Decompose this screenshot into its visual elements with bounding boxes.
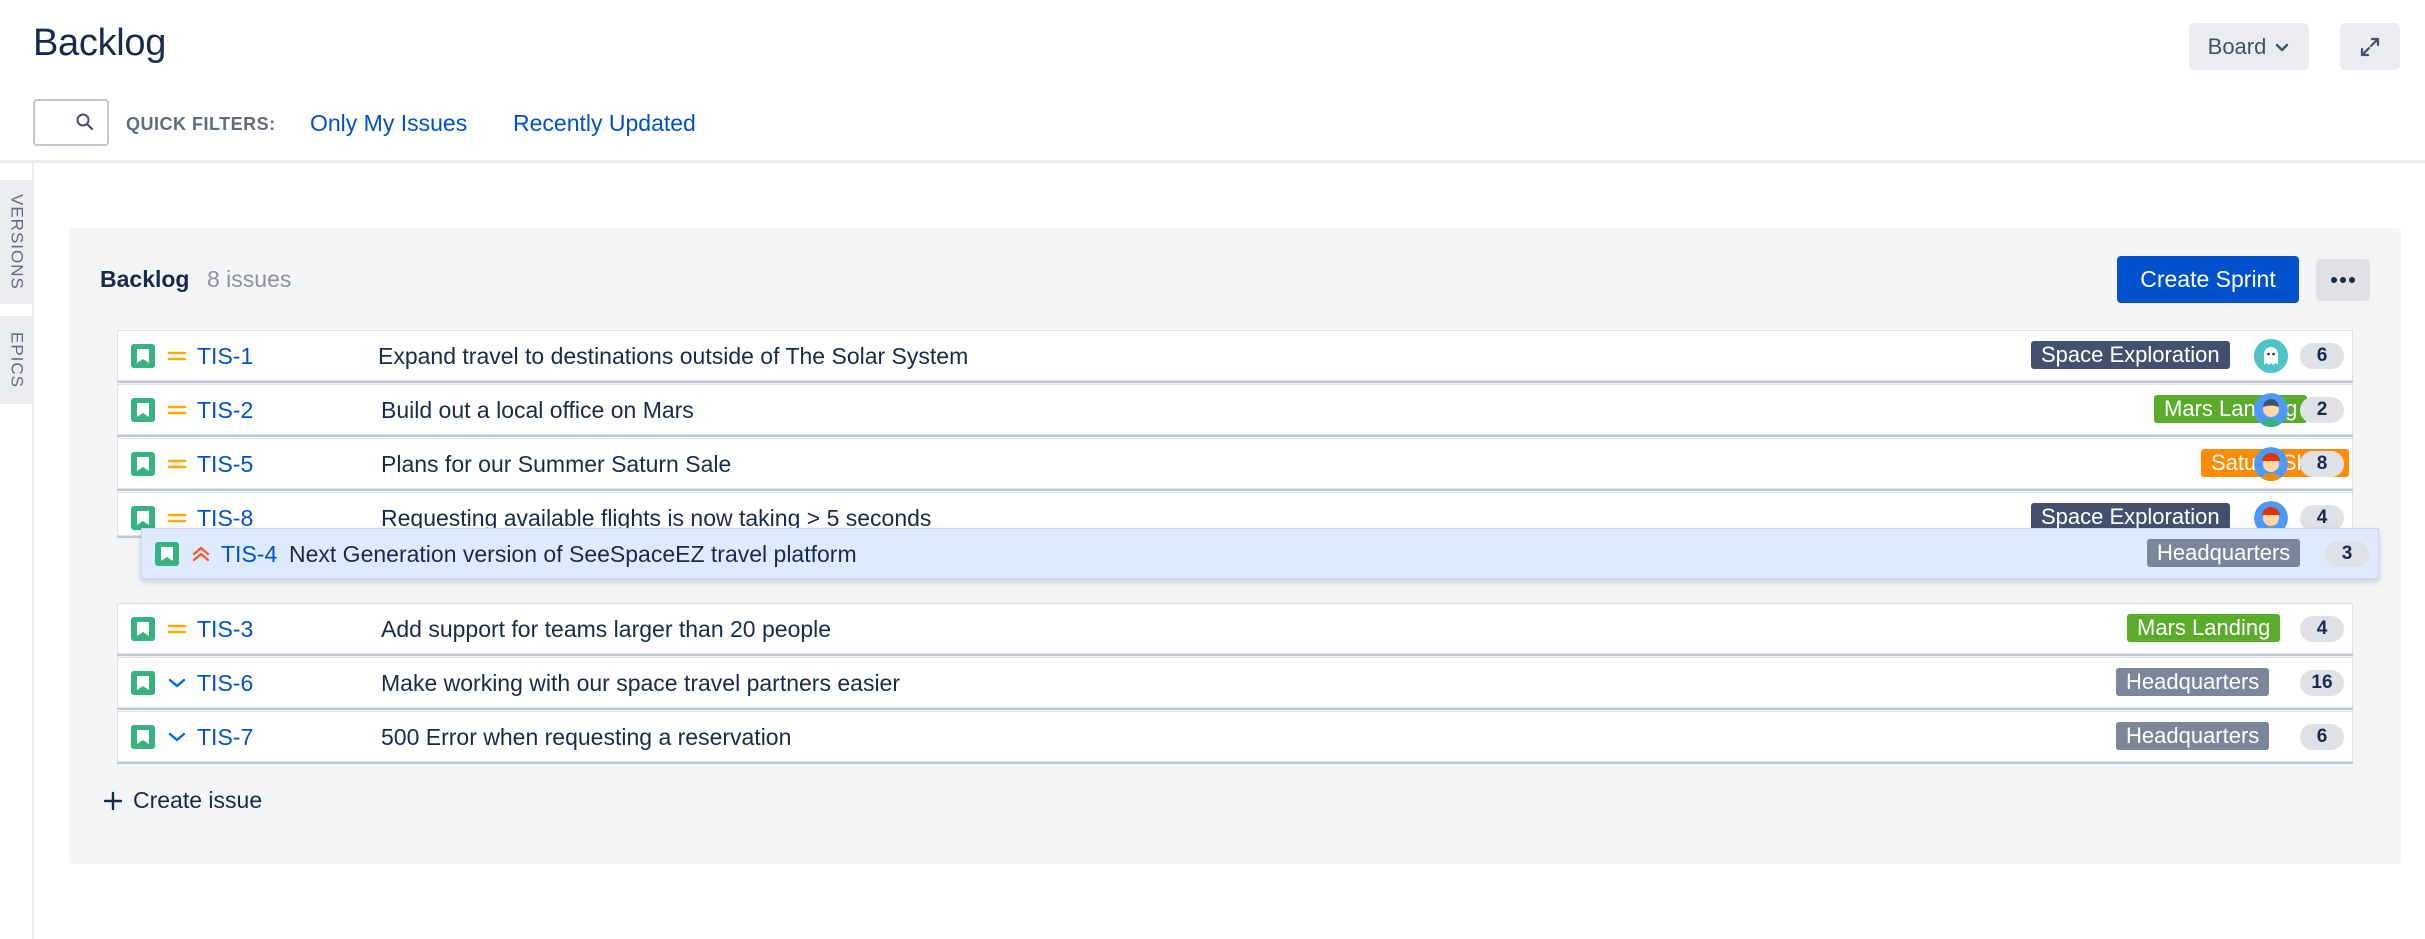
issue-row-dragging[interactable]: TIS-4 Next Generation version of SeeSpac… — [141, 528, 2379, 579]
issue-key[interactable]: TIS-4 — [221, 541, 277, 568]
issue-key[interactable]: TIS-1 — [197, 343, 253, 370]
priority-medium-icon — [167, 405, 187, 415]
story-icon — [131, 506, 155, 530]
story-points: 6 — [2300, 724, 2344, 750]
more-icon — [2331, 277, 2355, 283]
story-icon — [131, 725, 155, 749]
chevron-down-icon — [2276, 43, 2289, 51]
issue-key[interactable]: TIS-3 — [197, 616, 253, 643]
assignee-avatar[interactable] — [2254, 339, 2288, 373]
issue-summary: Expand travel to destinations outside of… — [378, 343, 969, 369]
backlog-title: Backlog — [100, 266, 190, 292]
priority-medium-icon — [167, 624, 187, 634]
epic-label: Headquarters — [2116, 668, 2270, 696]
priority-medium-icon — [167, 351, 187, 361]
create-issue-label: Create issue — [133, 787, 263, 813]
expand-button[interactable] — [2340, 23, 2400, 70]
priority-low-icon — [168, 732, 186, 742]
create-sprint-button[interactable]: Create Sprint — [2117, 256, 2299, 303]
issue-row[interactable]: TIS-2 Build out a local office on Mars M… — [117, 384, 2353, 435]
board-dropdown-button[interactable]: Board — [2189, 23, 2309, 70]
tab-versions[interactable]: VERSIONS — [0, 180, 33, 304]
story-icon — [131, 398, 155, 422]
issue-row[interactable]: TIS-7 500 Error when requesting a reserv… — [117, 711, 2353, 762]
story-points: 4 — [2300, 616, 2344, 642]
assignee-avatar[interactable] — [2254, 393, 2288, 427]
issue-row[interactable]: TIS-5 Plans for our Summer Saturn Sale S… — [117, 438, 2353, 489]
epic-label: Space Exploration — [2031, 341, 2230, 369]
issue-key[interactable]: TIS-7 — [197, 724, 253, 751]
quick-filter-recently-updated[interactable]: Recently Updated — [513, 110, 696, 137]
header-divider — [0, 160, 2425, 163]
quick-filters-label: QUICK FILTERS: — [126, 114, 276, 134]
priority-low-icon — [168, 678, 186, 688]
quick-filter-only-my-issues[interactable]: Only My Issues — [310, 110, 467, 137]
issue-key[interactable]: TIS-5 — [197, 451, 253, 478]
story-icon — [131, 344, 155, 368]
search-icon — [76, 113, 94, 131]
issue-summary: Plans for our Summer Saturn Sale — [381, 451, 732, 477]
expand-icon — [2360, 37, 2380, 56]
page-title: Backlog — [33, 22, 167, 64]
epic-label: Headquarters — [2116, 722, 2270, 750]
story-points: 2 — [2300, 397, 2344, 423]
issue-summary: 500 Error when requesting a reservation — [381, 724, 792, 750]
create-issue-button[interactable]: Create issue — [103, 787, 262, 814]
plus-icon — [103, 791, 123, 810]
tab-epics[interactable]: EPICS — [0, 316, 33, 404]
assignee-avatar[interactable] — [2254, 447, 2288, 481]
priority-medium-icon — [167, 459, 187, 469]
epic-label: Space Exploration — [2031, 503, 2230, 531]
story-icon — [131, 452, 155, 476]
issue-key[interactable]: TIS-2 — [197, 397, 253, 424]
issue-key[interactable]: TIS-6 — [197, 670, 253, 697]
issue-summary: Next Generation version of SeeSpaceEZ tr… — [289, 541, 857, 567]
board-dropdown-label: Board — [2207, 33, 2267, 59]
story-points: 3 — [2325, 541, 2369, 567]
issue-summary: Add support for teams larger than 20 peo… — [381, 616, 832, 642]
issue-row[interactable]: TIS-1 Expand travel to destinations outs… — [117, 330, 2353, 381]
story-points: 16 — [2300, 670, 2344, 696]
issue-summary: Build out a local office on Mars — [381, 397, 694, 423]
issue-row[interactable]: TIS-6 Make working with our space travel… — [117, 657, 2353, 708]
issue-summary: Make working with our space travel partn… — [381, 670, 901, 696]
story-icon — [131, 617, 155, 641]
search-input[interactable] — [33, 99, 109, 146]
story-points: 6 — [2300, 343, 2344, 369]
story-icon — [131, 671, 155, 695]
more-actions-button[interactable] — [2316, 259, 2370, 301]
story-icon — [155, 542, 179, 566]
priority-highest-icon — [192, 546, 210, 562]
epic-label: Mars Landing — [2127, 614, 2281, 642]
story-points: 8 — [2300, 451, 2344, 477]
backlog-issue-count: 8 issues — [207, 266, 292, 292]
issue-row[interactable]: TIS-3 Add support for teams larger than … — [117, 603, 2353, 654]
epic-label: Headquarters — [2147, 539, 2301, 567]
priority-medium-icon — [167, 513, 187, 523]
